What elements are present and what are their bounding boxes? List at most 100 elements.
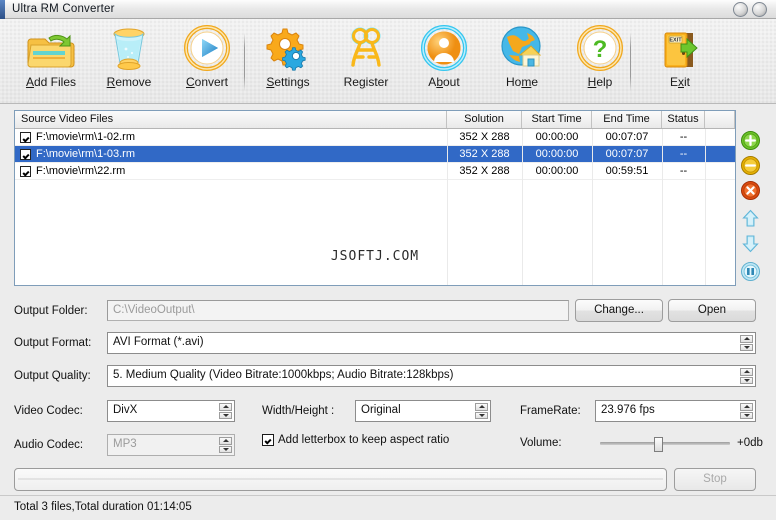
row-checkbox[interactable] — [20, 131, 31, 143]
toolbar-button-remove[interactable]: Remove — [92, 23, 166, 99]
spinner-down-icon[interactable] — [740, 411, 753, 419]
output-folder-input[interactable]: C:\VideoOutput\ — [107, 300, 569, 321]
column-header-status[interactable]: Status — [662, 111, 705, 128]
width-height-select[interactable]: Original — [355, 400, 491, 422]
toolbar-label-exit: Exit — [669, 75, 690, 89]
toolbar-label-register: Register — [343, 75, 389, 89]
row-checkbox[interactable] — [20, 148, 31, 160]
source-file-list[interactable]: Source Video Files Solution Start Time E… — [14, 110, 736, 286]
globe-home-icon — [499, 23, 545, 73]
column-header-solution[interactable]: Solution — [447, 111, 522, 128]
keys-icon — [344, 23, 388, 73]
minimize-button[interactable] — [733, 2, 748, 17]
label-output-quality: Output Quality: — [14, 370, 91, 382]
audio-codec-select[interactable]: MP3 — [107, 434, 235, 456]
cell-end-time: 00:07:07 — [605, 148, 649, 160]
minus-circle-icon[interactable] — [741, 156, 760, 175]
spinner-up-icon[interactable] — [740, 403, 753, 411]
toolbar-button-about[interactable]: About — [407, 23, 481, 99]
open-folder-button[interactable]: Open — [668, 299, 756, 322]
toolbar-button-add-files[interactable]: Add Files — [14, 23, 88, 99]
video-codec-spinner[interactable] — [219, 403, 232, 419]
video-codec-value: DivX — [113, 404, 138, 416]
cell-solution: 352 X 288 — [459, 131, 510, 143]
play-circle-icon — [184, 23, 230, 73]
volume-slider-track[interactable] — [600, 442, 730, 445]
output-format-value: AVI Format (*.avi) — [113, 336, 204, 348]
cell-file-name: F:\movie\rm\22.rm — [36, 165, 126, 177]
output-format-select[interactable]: AVI Format (*.avi) — [107, 332, 756, 354]
label-video-codec: Video Codec: — [14, 405, 83, 417]
stop-button[interactable]: Stop — [674, 468, 756, 491]
spinner-up-icon[interactable] — [219, 403, 232, 411]
output-quality-select[interactable]: 5. Medium Quality (Video Bitrate:1000kbp… — [107, 365, 756, 387]
list-action-buttons — [741, 131, 760, 281]
cell-status: -- — [679, 148, 688, 160]
window-title: Ultra RM Converter — [12, 3, 115, 15]
toolbar-button-register[interactable]: Register — [329, 23, 403, 99]
video-codec-select[interactable]: DivX — [107, 400, 235, 422]
cell-status: -- — [679, 165, 688, 177]
audio-codec-spinner[interactable] — [219, 437, 232, 453]
toolbar-button-exit[interactable]: EXIT Exit — [643, 23, 717, 99]
gears-icon — [265, 23, 311, 73]
spinner-up-icon[interactable] — [219, 437, 232, 445]
change-folder-button[interactable]: Change... — [575, 299, 663, 322]
column-header-name[interactable]: Source Video Files — [15, 111, 447, 128]
column-header-start-time[interactable]: Start Time — [522, 111, 592, 128]
spinner-up-icon[interactable] — [740, 335, 753, 343]
spinner-down-icon[interactable] — [219, 445, 232, 453]
framerate-spinner[interactable] — [740, 403, 753, 419]
label-width-height: Width/Height : — [262, 405, 335, 417]
column-header-end-time[interactable]: End Time — [592, 111, 662, 128]
row-checkbox[interactable] — [20, 165, 31, 177]
spinner-up-icon[interactable] — [740, 368, 753, 376]
label-audio-codec: Audio Codec: — [14, 439, 84, 451]
preview-circle-icon[interactable] — [741, 262, 760, 281]
label-output-folder: Output Folder: — [14, 305, 88, 317]
trash-icon — [108, 23, 150, 73]
table-row[interactable]: F:\movie\rm\1-02.rm 352 X 288 00:00:00 0… — [15, 129, 735, 146]
framerate-select[interactable]: 23.976 fps — [595, 400, 756, 422]
cell-solution: 352 X 288 — [459, 148, 510, 160]
plus-circle-icon[interactable] — [741, 131, 760, 150]
cell-status: -- — [679, 131, 688, 143]
toolbar-button-settings[interactable]: Settings — [251, 23, 325, 99]
spinner-up-icon[interactable] — [475, 403, 488, 411]
toolbar-button-convert[interactable]: Convert — [170, 23, 244, 99]
label-framerate: FrameRate: — [520, 405, 581, 417]
cell-start-time: 00:00:00 — [535, 165, 579, 177]
toolbar-label-remove: Remove — [106, 75, 152, 89]
spinner-down-icon[interactable] — [740, 376, 753, 384]
column-header-pad[interactable] — [705, 111, 735, 128]
spinner-down-icon[interactable] — [475, 411, 488, 419]
volume-slider-thumb[interactable] — [654, 437, 663, 452]
close-circle-icon[interactable] — [741, 181, 760, 200]
volume-slider[interactable] — [600, 437, 730, 452]
close-button[interactable] — [752, 2, 767, 17]
toolbar-button-home[interactable]: Home — [485, 23, 559, 99]
spinner-down-icon[interactable] — [740, 343, 753, 351]
arrow-up-icon[interactable] — [741, 209, 760, 228]
width-height-spinner[interactable] — [475, 403, 488, 419]
user-circle-icon — [421, 23, 467, 73]
toolbar-label-convert: Convert — [185, 75, 229, 89]
toolbar-button-help[interactable]: ? Help — [563, 23, 637, 99]
svg-text:?: ? — [593, 36, 608, 63]
checkbox-icon[interactable] — [262, 434, 274, 446]
table-row[interactable]: F:\movie\rm\1-03.rm 352 X 288 00:00:00 0… — [15, 146, 735, 163]
cell-end-time: 00:59:51 — [605, 165, 649, 177]
output-format-spinner[interactable] — [740, 335, 753, 351]
exit-door-icon: EXIT — [657, 23, 703, 73]
table-row[interactable]: F:\movie\rm\22.rm 352 X 288 00:00:00 00:… — [15, 163, 735, 180]
arrow-down-icon[interactable] — [741, 234, 760, 253]
width-height-value: Original — [361, 404, 401, 416]
letterbox-checkbox[interactable]: Add letterbox to keep aspect ratio — [262, 434, 449, 446]
status-bar: Total 3 files,Total duration 01:14:05 — [0, 495, 776, 520]
watermark-text: JSOFTJ.COM — [330, 249, 420, 264]
output-quality-spinner[interactable] — [740, 368, 753, 384]
label-output-format: Output Format: — [14, 337, 92, 349]
question-icon: ? — [577, 23, 623, 73]
spinner-down-icon[interactable] — [219, 411, 232, 419]
audio-codec-value: MP3 — [113, 438, 137, 450]
